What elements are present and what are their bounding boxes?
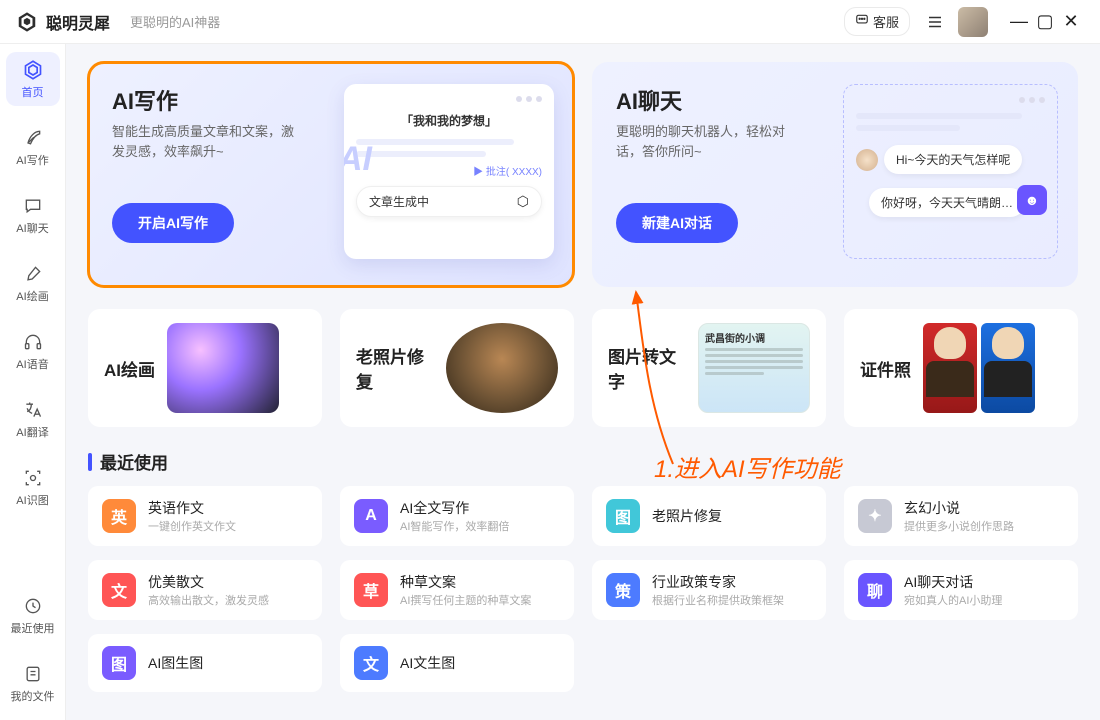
chat-preview-window: ☻ Hi~今天的天气怎样呢 你好呀，今天天气晴朗… ⬡: [843, 84, 1058, 259]
user-mini-avatar: [856, 149, 878, 171]
recent-card-title: AI文生图: [400, 653, 455, 673]
sidebar-item-recent[interactable]: 最近使用: [6, 588, 60, 642]
mock-generating-status: 文章生成中 ⬡: [356, 186, 542, 217]
recent-card-subtitle: 高效输出散文，激发灵感: [148, 592, 269, 608]
recent-card-title: 行业政策专家: [652, 572, 784, 592]
feather-icon: [21, 126, 45, 150]
recent-card-8[interactable]: 图 AI图生图: [88, 634, 322, 692]
recent-card-0[interactable]: 英英语作文一键创作英文作文: [88, 486, 322, 546]
hamburger-menu-icon[interactable]: [922, 9, 948, 35]
ocr-thumbnail: 武昌街的小调: [698, 323, 810, 413]
scan-icon: [21, 466, 45, 490]
recent-card-3[interactable]: ✦ 玄幻小说提供更多小说创作思路: [844, 486, 1078, 546]
sidebar-item-write[interactable]: AI写作: [6, 120, 60, 174]
tile-ai-paint[interactable]: AI绘画: [88, 309, 322, 427]
recent-card-subtitle: 一键创作英文作文: [148, 518, 236, 534]
recent-card-icon: ✦: [858, 499, 892, 533]
sidebar-item-ocr[interactable]: AI识图: [6, 460, 60, 514]
recent-card-icon: 草: [354, 573, 388, 607]
recent-card-title: 优美散文: [148, 572, 269, 592]
recent-card-icon: A: [354, 499, 388, 533]
recent-card-icon: 策: [606, 573, 640, 607]
photo-thumbnail: [446, 323, 558, 413]
recent-card-icon: 文: [102, 573, 136, 607]
hex-icon: ⬡: [517, 193, 529, 210]
customer-service-button[interactable]: 客服: [844, 7, 910, 36]
app-logo-icon: [16, 11, 38, 33]
recent-card-icon: 图: [102, 646, 136, 680]
paint-thumbnail: [167, 323, 279, 413]
recent-card-7[interactable]: 聊 AI聊天对话宛如真人的AI小助理: [844, 560, 1078, 620]
sidebar-item-translate[interactable]: AI翻译: [6, 392, 60, 446]
recent-card-title: 种草文案: [400, 572, 531, 592]
user-avatar[interactable]: [958, 7, 988, 37]
write-preview-window: 「我和我的梦想」 AI ▶ 批注( XXXX) 文章生成中 ⬡: [344, 84, 554, 259]
recent-card-title: AI聊天对话: [904, 572, 1002, 592]
sidebar: 首页 AI写作 AI聊天 AI绘画 AI语音 AI翻译 AI识图 最: [0, 44, 66, 720]
recent-card-1[interactable]: A AI全文写作AI智能写作，效率翻倍: [340, 486, 574, 546]
recent-card-icon: 文: [354, 646, 388, 680]
chat-bubble-ai: 你好呀，今天天气晴朗…: [869, 188, 1025, 217]
sidebar-item-voice[interactable]: AI语音: [6, 324, 60, 378]
tile-ocr[interactable]: 图片转文字 武昌街的小调: [592, 309, 826, 427]
recent-card-subtitle: 宛如真人的AI小助理: [904, 592, 1002, 608]
folder-icon: [21, 662, 45, 686]
chat-bubble-icon: [855, 13, 869, 30]
recent-card-subtitle: AI智能写作，效率翻倍: [400, 518, 509, 534]
tile-photo-restore[interactable]: 老照片修复: [340, 309, 574, 427]
tile-id-photo[interactable]: 证件照: [844, 309, 1078, 427]
chat-float-icon: ☻: [1017, 185, 1047, 215]
recent-card-title: 英语作文: [148, 498, 236, 518]
recent-card-subtitle: 提供更多小说创作思路: [904, 518, 1014, 534]
ai-watermark: AI: [344, 140, 372, 179]
main-content: AI写作 智能生成高质量文章和文案，激发灵感，效率飙升~ 开启AI写作 「我和我…: [66, 44, 1100, 720]
recent-section-header: 最近使用: [88, 449, 1078, 474]
brush-icon: [21, 262, 45, 286]
recent-card-title: 玄幻小说: [904, 498, 1014, 518]
start-ai-write-button[interactable]: 开启AI写作: [112, 203, 234, 243]
clock-icon: [21, 594, 45, 618]
recent-card-title: AI全文写作: [400, 498, 509, 518]
new-ai-chat-button[interactable]: 新建AI对话: [616, 203, 738, 243]
hero-card-write[interactable]: AI写作 智能生成高质量文章和文案，激发灵感，效率飙升~ 开启AI写作 「我和我…: [88, 62, 574, 287]
recent-card-icon: 英: [102, 499, 136, 533]
chat-bubble-user: Hi~今天的天气怎样呢: [884, 145, 1022, 174]
hero-chat-subtitle: 更聪明的聊天机器人，轻松对话，答你所问~: [616, 122, 806, 161]
window-close-button[interactable]: ✕: [1058, 11, 1084, 32]
recent-card-icon: 图: [606, 499, 640, 533]
sidebar-item-paint[interactable]: AI绘画: [6, 256, 60, 310]
recent-card-4[interactable]: 文优美散文高效输出散文，激发灵感: [88, 560, 322, 620]
sidebar-item-chat[interactable]: AI聊天: [6, 188, 60, 242]
headphone-icon: [21, 330, 45, 354]
recent-card-icon: 聊: [858, 573, 892, 607]
title-bar: 聪明灵犀 更聪明的AI神器 客服 — ▢ ✕: [0, 0, 1100, 44]
mock-doc-title: 「我和我的梦想」: [356, 112, 542, 129]
recent-card-6[interactable]: 策行业政策专家根据行业名称提供政策框架: [592, 560, 826, 620]
recent-card-5[interactable]: 草种草文案AI撰写任何主题的种草文案: [340, 560, 574, 620]
hero-card-chat[interactable]: AI聊天 更聪明的聊天机器人，轻松对话，答你所问~ 新建AI对话 ☻ Hi~今天…: [592, 62, 1078, 287]
window-minimize-button[interactable]: —: [1006, 11, 1032, 32]
recent-card-9[interactable]: 文 AI文生图: [340, 634, 574, 692]
chat-icon: [21, 194, 45, 218]
window-maximize-button[interactable]: ▢: [1032, 11, 1058, 32]
app-name: 聪明灵犀: [46, 10, 110, 34]
recent-card-title: 老照片修复: [652, 506, 722, 526]
recent-card-2[interactable]: 图老照片修复: [592, 486, 826, 546]
hero-write-subtitle: 智能生成高质量文章和文案，激发灵感，效率飙升~: [112, 122, 302, 161]
sidebar-item-home[interactable]: 首页: [6, 52, 60, 106]
recent-card-title: AI图生图: [148, 653, 203, 673]
sidebar-item-files[interactable]: 我的文件: [6, 656, 60, 710]
home-icon: [21, 58, 45, 82]
app-tagline: 更聪明的AI神器: [130, 12, 220, 31]
id-photo-thumbnail: [923, 323, 1035, 413]
recent-card-subtitle: AI撰写任何主题的种草文案: [400, 592, 531, 608]
translate-icon: [21, 398, 45, 422]
recent-card-subtitle: 根据行业名称提供政策框架: [652, 592, 784, 608]
mock-annotation-note: ▶ 批注( XXXX): [356, 163, 542, 178]
